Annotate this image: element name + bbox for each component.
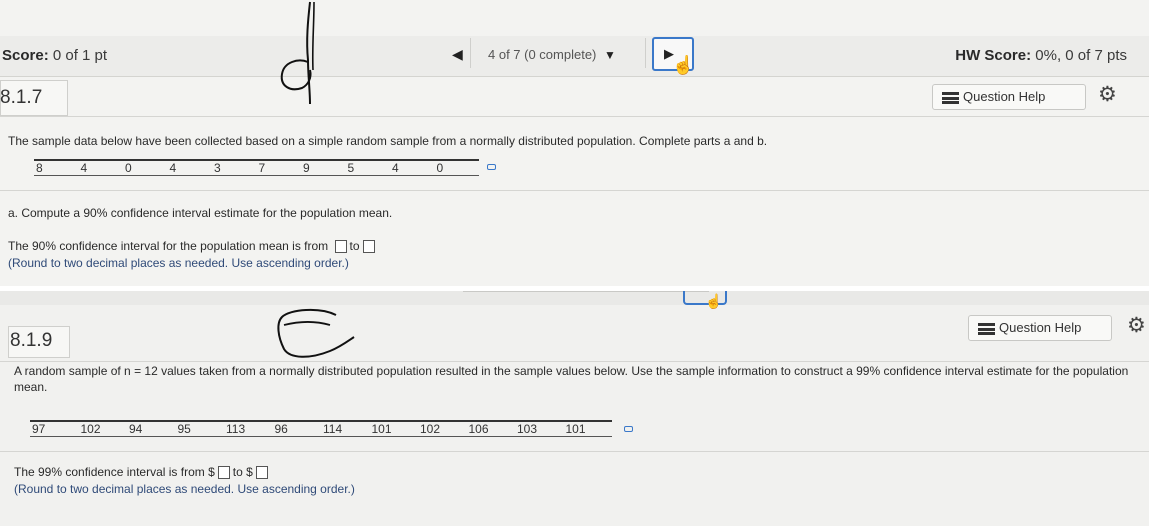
score-label: Score: [2,47,49,64]
data-cell: 4 [169,161,177,175]
score-value: 0 of 1 pt [52,47,108,64]
data-cell: 114 [323,422,343,436]
section-divider [0,190,1149,191]
data-cell: 5 [347,161,355,175]
data-cell: 0 [436,161,444,175]
lower-bound-input[interactable] [217,466,230,479]
part-a-prompt: a. Compute a 90% confidence interval est… [8,206,393,220]
answer-to: to [349,239,360,253]
list-icon [978,323,995,335]
data-cell: 102 [420,422,441,436]
question-help-button[interactable]: Question Help [968,315,1112,341]
question-intro: The sample data below have been collecte… [8,134,768,148]
handwritten-d-scribble [280,1,315,105]
copy-data-icon[interactable] [624,426,633,432]
data-cell: 3 [214,161,221,175]
data-cell: 9 [303,161,310,175]
gear-icon[interactable]: ⚙ [1098,82,1117,107]
question-position: 4 of 7 (0 complete) [488,47,597,62]
triangle-left-icon: ◀ [452,46,463,62]
data-cell: 8 [36,161,43,175]
answer-line: The 99% confidence interval is from $ to … [14,464,271,480]
nav-separator [645,38,646,68]
answer-prefix: The 90% confidence interval for the popu… [8,239,329,253]
data-cell: 113 [226,422,246,436]
data-cell: 95 [177,422,191,436]
question-help-label: Question Help [963,89,1046,104]
upper-bound-input[interactable] [362,240,375,253]
score-display: Score: 0 of 1 pt [2,47,107,64]
hw-score-display: HW Score: 0%, 0 of 7 pts [955,47,1127,64]
question-panel-top: Score: 0 of 1 pt ◀ 4 of 7 (0 complete) ▼… [0,0,1149,286]
hand-cursor-icon: ☝ [672,55,695,75]
cropped-navigator [463,291,709,298]
data-cell: 106 [468,422,489,436]
question-help-label: Question Help [999,320,1082,335]
answer-line: The 90% confidence interval for the popu… [8,238,378,254]
question-number: 8.1.9 [10,330,53,351]
hand-cursor-icon: ☝ [705,293,723,309]
nav-separator [470,38,471,68]
data-cell: 7 [258,161,266,175]
previous-question-button[interactable]: ◀ [452,46,463,63]
data-table: 97 102 94 95 113 96 114 101 102 106 103 101 [30,420,612,437]
data-cell: 97 [32,422,46,436]
data-cell: 0 [125,161,132,175]
gear-icon[interactable]: ⚙ [1127,313,1146,338]
copy-data-icon[interactable] [487,164,496,170]
data-cell: 101 [371,422,392,436]
upper-bound-input[interactable] [255,466,268,479]
question-panel-bottom: 8.1.9 Question Help ⚙ A random sample of… [0,291,1149,526]
hw-score-value: 0%, 0 of 7 pts [1035,47,1127,64]
data-cell: 96 [274,422,288,436]
rounding-note: (Round to two decimal places as needed. … [8,256,349,270]
data-cell: 4 [80,161,88,175]
question-navigator-dropdown[interactable]: 4 of 7 (0 complete) ▼ [488,47,616,62]
answer-prefix: The 99% confidence interval is from $ [14,465,215,479]
question-intro: A random sample of n = 12 values taken f… [14,364,1129,394]
triangle-down-icon: ▼ [604,48,616,62]
answer-to: to $ [232,465,253,479]
question-number: 8.1.7 [0,87,43,108]
data-cell: 103 [517,422,538,436]
lower-bound-input[interactable] [334,240,347,253]
question-help-button[interactable]: Question Help [932,84,1086,110]
data-cell: 101 [565,422,586,436]
rounding-note: (Round to two decimal places as needed. … [14,482,355,496]
data-cell: 94 [129,422,143,436]
data-cell: 102 [80,422,101,436]
handwritten-c-scribble [277,309,355,358]
data-table: 8 4 0 4 3 7 9 5 4 0 [34,159,479,176]
section-divider [0,451,1149,452]
data-cell: 4 [392,161,399,175]
hw-score-label: HW Score: [955,47,1032,64]
list-icon [942,92,959,104]
